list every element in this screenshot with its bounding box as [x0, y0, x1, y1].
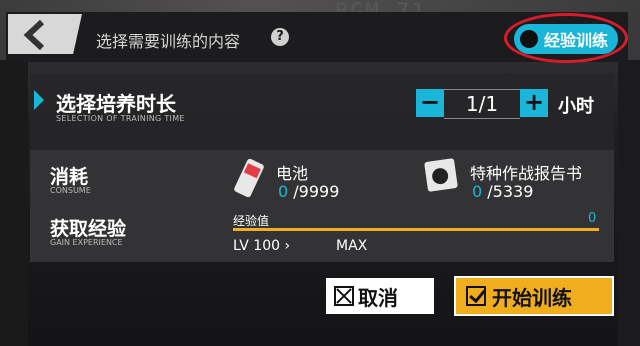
report-book-icon [424, 158, 458, 192]
cost-and-exp-row: 消耗 CONSUME 电池 0 /9999 特种作战报告书 0 /5339 获取… [30, 150, 614, 262]
battery-icon [233, 157, 265, 199]
background-left-panel [0, 60, 28, 346]
duration-subtitle: SELECTION OF TRAINING TIME [56, 114, 185, 123]
battery-current: 0 [278, 182, 289, 201]
caret-right-icon [34, 90, 44, 110]
max-level-text: MAX [336, 238, 368, 254]
exp-title: 获取经验 [50, 218, 127, 240]
battery-total: /9999 [293, 182, 340, 201]
consume-subtitle: CONSUME [50, 186, 91, 195]
exp-bar [233, 228, 599, 231]
level-text: LV 100 › [233, 238, 291, 254]
consume-title: 消耗 [50, 166, 89, 188]
decrease-button[interactable]: − [416, 89, 444, 117]
battery-count: 0 /9999 [278, 182, 339, 201]
increase-button[interactable]: + [520, 89, 548, 117]
close-icon [334, 286, 354, 306]
report-name: 特种作战报告书 [470, 164, 583, 183]
help-icon[interactable]: ? [271, 28, 289, 46]
report-count: 0 /5339 [472, 182, 533, 201]
training-panel: 选择培养时长 SELECTION OF TRAINING TIME − 1/1 … [30, 74, 614, 262]
cancel-label: 取消 [358, 285, 398, 310]
exp-value: 0 [588, 211, 597, 226]
duration-title: 选择培养时长 [56, 92, 176, 116]
header-title: 选择需要训练的内容 [96, 32, 241, 51]
check-icon [466, 286, 486, 306]
exp-label: 经验值 [233, 214, 270, 228]
duration-row: 选择培养时长 SELECTION OF TRAINING TIME − 1/1 … [30, 74, 614, 138]
exp-subtitle: GAIN EXPERIENCE [50, 238, 123, 247]
start-label: 开始训练 [492, 285, 572, 310]
report-current: 0 [472, 182, 483, 201]
start-training-button[interactable]: 开始训练 [454, 276, 614, 316]
highlight-circle [504, 13, 628, 63]
chevron-left-icon [23, 20, 45, 50]
duration-unit: 小时 [558, 96, 594, 117]
battery-name: 电池 [276, 164, 309, 183]
duration-value: 1/1 [444, 89, 520, 119]
background-right-panel [618, 60, 640, 346]
cancel-button[interactable]: 取消 [326, 278, 434, 314]
report-total: /5339 [487, 182, 534, 201]
back-button[interactable] [8, 14, 82, 54]
